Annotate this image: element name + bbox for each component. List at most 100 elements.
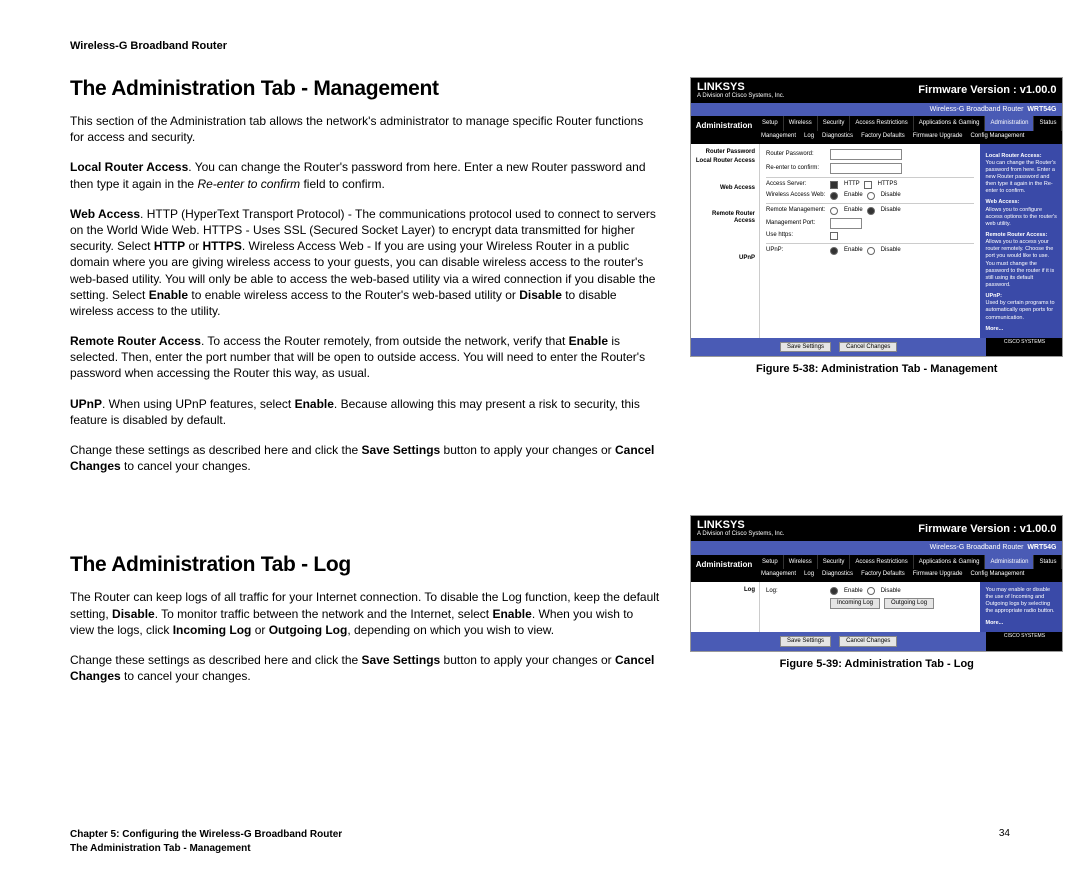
tab2-apps[interactable]: Applications & Gaming — [914, 555, 986, 570]
tab2-security[interactable]: Security — [818, 555, 851, 570]
tab2-setup[interactable]: Setup — [757, 555, 784, 570]
save-t3: to cancel your changes. — [121, 459, 251, 473]
subtab2-factory[interactable]: Factory Defaults — [861, 571, 905, 578]
input-router-password[interactable] — [830, 149, 902, 160]
save-settings-button[interactable]: Save Settings — [780, 342, 831, 353]
web-b1: HTTP — [154, 239, 185, 253]
router-subtabs-2: Management Log Diagnostics Factory Defau… — [757, 569, 1062, 582]
subtab2-diagnostics[interactable]: Diagnostics — [822, 571, 853, 578]
lbl-use-https: Use https: — [766, 232, 826, 239]
cancel-changes-button[interactable]: Cancel Changes — [839, 342, 897, 353]
subtab2-config[interactable]: Config Management — [970, 571, 1024, 578]
txt-https: HTTPS — [878, 181, 898, 188]
save-p1: Change these settings as described here … — [70, 442, 660, 474]
radio-log-enable[interactable] — [830, 587, 838, 595]
radio-log-disable[interactable] — [867, 587, 875, 595]
tab-administration[interactable]: Administration — [985, 116, 1034, 131]
radio-upnp-enable[interactable] — [830, 247, 838, 255]
help-more[interactable]: More... — [985, 326, 1057, 333]
tab-apps[interactable]: Applications & Gaming — [914, 116, 986, 131]
local-t2: field to confirm. — [300, 177, 385, 191]
help-local-b: You can change the Router's password fro… — [985, 160, 1055, 195]
s2-b: Disable — [112, 607, 155, 621]
router-form-area-2: Log: Enable Disable Incoming Log Outgoin… — [760, 582, 980, 632]
tab2-wireless[interactable]: Wireless — [784, 555, 818, 570]
router-brand: LINKSYS — [697, 81, 745, 93]
subtab-diagnostics[interactable]: Diagnostics — [822, 133, 853, 140]
radio-upnp-disable[interactable] — [867, 247, 875, 255]
local-label: Local Router Access — [70, 160, 188, 174]
help-upnp-t: UPnP: — [985, 293, 1057, 300]
input-mgmt-port[interactable] — [830, 218, 862, 229]
save2-t1: Change these settings as described here … — [70, 653, 362, 667]
txt-upnp-disable: Disable — [881, 247, 901, 254]
tab2-access[interactable]: Access Restrictions — [850, 555, 913, 570]
lbl-access-server: Access Server: — [766, 181, 826, 188]
input-reenter[interactable] — [830, 163, 902, 174]
router-main-tab-label: Administration — [691, 116, 757, 143]
s2-g: or — [251, 623, 268, 637]
lbl-mgmt-port: Management Port: — [766, 220, 826, 227]
radio-waw-disable[interactable] — [867, 192, 875, 200]
router-title-bar: Wireless-G Broadband Router WRT54G — [691, 103, 1062, 117]
page-footer: Chapter 5: Configuring the Wireless-G Br… — [70, 828, 1010, 856]
router-product: Wireless-G Broadband Router — [930, 106, 1024, 113]
router-group-labels-2: Log — [691, 582, 760, 632]
web-t4: to enable wireless access to the Router'… — [188, 288, 519, 302]
tab-status[interactable]: Status — [1034, 116, 1062, 131]
check-http[interactable] — [830, 181, 838, 189]
radio-rm-enable[interactable] — [830, 207, 838, 215]
upnp-b1: Enable — [295, 397, 334, 411]
save2-t2: button to apply your changes or — [440, 653, 615, 667]
subtab-config[interactable]: Config Management — [970, 133, 1024, 140]
router-model: WRT54G — [1027, 106, 1056, 113]
tab2-status[interactable]: Status — [1034, 555, 1062, 570]
tab2-administration[interactable]: Administration — [985, 555, 1034, 570]
s2-f: Incoming Log — [173, 623, 252, 637]
grp-local-access: Local Router Access — [695, 158, 755, 165]
router-help-panel: Local Router Access: You can change the … — [980, 144, 1062, 338]
help-more-2[interactable]: More... — [985, 620, 1057, 627]
tab-access[interactable]: Access Restrictions — [850, 116, 913, 131]
incoming-log-button[interactable]: Incoming Log — [830, 598, 880, 609]
web-t2: or — [185, 239, 202, 253]
cisco-logo-2: CISCO SYSTEMS — [986, 632, 1062, 651]
radio-waw-enable[interactable] — [830, 192, 838, 200]
check-https[interactable] — [864, 181, 872, 189]
router-tabs-2: Setup Wireless Security Access Restricti… — [757, 555, 1062, 570]
section2-p1: The Router can keep logs of all traffic … — [70, 589, 660, 638]
subtab2-firmware[interactable]: Firmware Upgrade — [913, 571, 963, 578]
subtab-log[interactable]: Log — [804, 133, 814, 140]
tab-wireless[interactable]: Wireless — [784, 116, 818, 131]
figure-1-caption: Figure 5-38: Administration Tab - Manage… — [690, 363, 1063, 375]
subtab2-management[interactable]: Management — [761, 571, 796, 578]
s2-i: , depending on which you wish to view. — [347, 623, 554, 637]
router-screenshot-log: LINKSYS A Division of Cisco Systems, Inc… — [690, 515, 1063, 651]
lbl-log: Log: — [766, 588, 826, 595]
router-brand-bar: LINKSYS A Division of Cisco Systems, Inc… — [691, 78, 1062, 103]
txt-log-disable: Disable — [881, 588, 901, 595]
subtab2-log[interactable]: Log — [804, 571, 814, 578]
save-settings-button-2[interactable]: Save Settings — [780, 636, 831, 647]
figure-2-wrap: LINKSYS A Division of Cisco Systems, Inc… — [690, 515, 1063, 669]
router-footer: Save Settings Cancel Changes — [691, 338, 986, 357]
web-b3: Enable — [149, 288, 188, 302]
check-use-https[interactable] — [830, 232, 838, 240]
cancel-changes-button-2[interactable]: Cancel Changes — [839, 636, 897, 647]
page-number: 34 — [999, 828, 1010, 856]
tab-security[interactable]: Security — [818, 116, 851, 131]
tab-setup[interactable]: Setup — [757, 116, 784, 131]
remote-label: Remote Router Access — [70, 334, 201, 348]
save-b1: Save Settings — [362, 443, 441, 457]
router-footer-2: Save Settings Cancel Changes — [691, 632, 986, 651]
local-router-access-p: Local Router Access. You can change the … — [70, 159, 660, 191]
grp-remote-access: Remote Router Access — [695, 211, 755, 224]
subtab-firmware[interactable]: Firmware Upgrade — [913, 133, 963, 140]
radio-rm-disable[interactable] — [867, 207, 875, 215]
subtab-management[interactable]: Management — [761, 133, 796, 140]
outgoing-log-button[interactable]: Outgoing Log — [884, 598, 934, 609]
subtab-factory[interactable]: Factory Defaults — [861, 133, 905, 140]
s2-h: Outgoing Log — [269, 623, 348, 637]
save-p2: Change these settings as described here … — [70, 652, 660, 684]
lbl-remote-mgmt: Remote Management: — [766, 207, 826, 214]
